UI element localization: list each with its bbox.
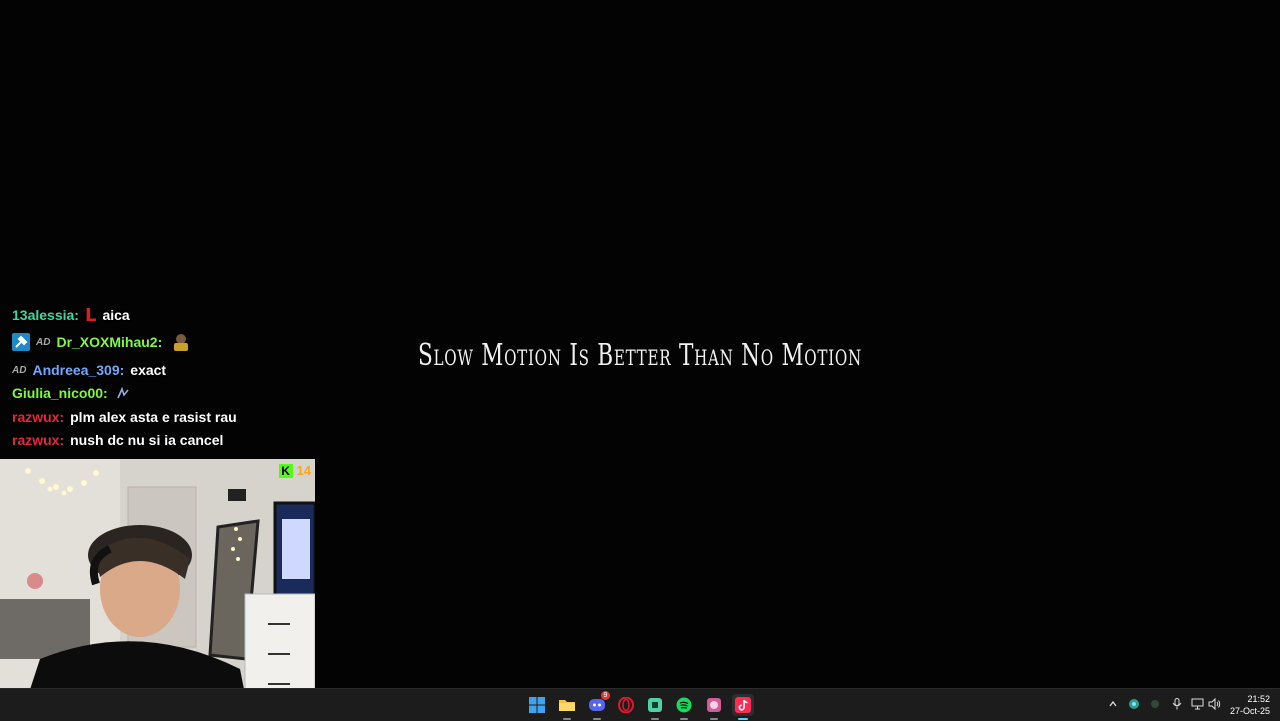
- webcam-scene: [0, 459, 315, 720]
- chat-message: razwux: plm alex asta e rasist rau: [12, 406, 237, 428]
- network-icon[interactable]: [1190, 697, 1204, 711]
- kick-logo-icon: K: [278, 463, 293, 478]
- webcam-feed: K 14: [0, 459, 315, 720]
- chat-message: Giulia_nico00:: [12, 382, 130, 404]
- chat-text: nush dc nu si ia cancel: [70, 432, 224, 448]
- chat-message: AD Dr_XOXMihau2:: [12, 331, 192, 353]
- stream-viewers: K 14: [278, 463, 311, 478]
- folder-icon[interactable]: [556, 694, 578, 720]
- ad-badge: AD: [36, 336, 51, 348]
- chat-message: 13alessia: L aica: [12, 304, 130, 326]
- chat-username: razwux:: [12, 432, 65, 448]
- store-icon[interactable]: [644, 694, 666, 720]
- microphone-icon[interactable]: [1170, 697, 1184, 711]
- tiktok-icon[interactable]: [732, 694, 754, 720]
- viewer-count: 14: [296, 463, 311, 478]
- spotify-icon[interactable]: [673, 694, 695, 720]
- clock-time: 21:52: [1247, 694, 1270, 704]
- chat-username: Dr_XOXMihau2:: [56, 334, 163, 350]
- character-emote: [170, 332, 192, 352]
- chat-text: exact: [130, 362, 167, 378]
- opera-icon[interactable]: [615, 694, 637, 716]
- system-clock[interactable]: 21:52 27-Oct-25: [1230, 693, 1270, 717]
- chat-username: Giulia_nico00:: [12, 385, 108, 401]
- chat-username: razwux:: [12, 409, 65, 425]
- security-icon[interactable]: [1127, 697, 1141, 711]
- chat-text: aica: [102, 307, 130, 323]
- chat-message: AD Andreea_309: exact: [12, 359, 166, 381]
- ad-badge: AD: [12, 364, 27, 376]
- chat-text: plm alex asta e rasist rau: [70, 409, 237, 425]
- chevron-up-icon[interactable]: [1106, 697, 1120, 711]
- game-icon[interactable]: [703, 694, 725, 720]
- chat-message: razwux: nush dc nu si ia cancel: [12, 429, 223, 451]
- wallpaper-quote: Slow Motion Is Better Than No Motion: [417, 338, 862, 373]
- windows-icon[interactable]: [526, 694, 548, 716]
- volume-icon[interactable]: [1207, 697, 1221, 711]
- notification-badge: 9: [601, 691, 610, 700]
- moderator-badge: [12, 333, 30, 351]
- taskbar: 9 21:52 27-Oct-25: [0, 688, 1280, 721]
- clock-date: 27-Oct-25: [1229, 706, 1270, 716]
- chat-username: Andreea_309:: [32, 362, 125, 378]
- status-dot-icon[interactable]: [1148, 697, 1162, 711]
- sticker-emote: [116, 386, 130, 400]
- discord-icon[interactable]: 9: [586, 691, 610, 720]
- chat-username: 13alessia:: [12, 307, 79, 323]
- red-L-emote: L: [84, 304, 97, 326]
